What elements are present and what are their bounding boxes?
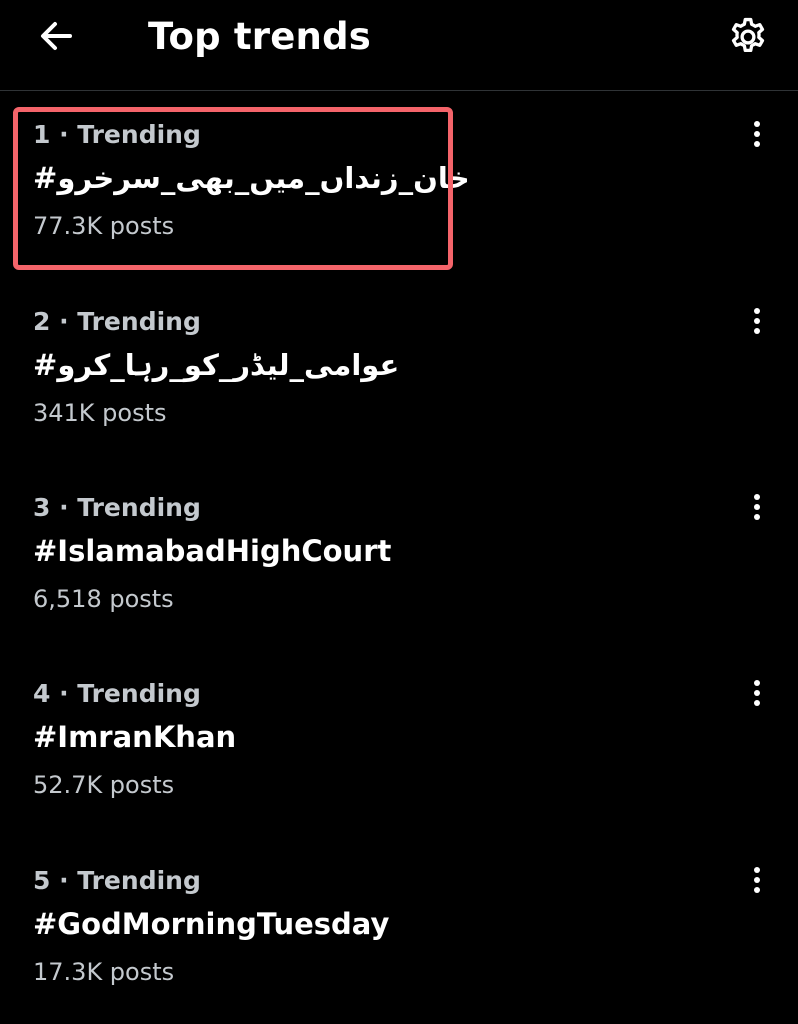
more-options-button[interactable]: [737, 860, 777, 900]
more-vertical-icon: [754, 680, 760, 706]
back-button[interactable]: [30, 12, 82, 60]
trend-meta: 5 · Trending: [33, 866, 201, 895]
trend-name: #IslamabadHighCourt: [33, 534, 392, 568]
trend-post-count: 77.3K posts: [33, 212, 175, 240]
gear-icon: [731, 17, 765, 53]
trend-name: #خان_زنداں_میں_بھی_سرخرو: [33, 161, 470, 195]
trend-name: #ImranKhan: [33, 720, 237, 754]
more-vertical-icon: [754, 308, 760, 334]
trend-item[interactable]: 3 · Trending #IslamabadHighCourt 6,518 p…: [0, 491, 798, 641]
more-options-button[interactable]: [737, 673, 777, 713]
trend-post-count: 52.7K posts: [33, 771, 175, 799]
trend-name: #GodMorningTuesday: [33, 907, 390, 941]
trend-post-count: 341K posts: [33, 399, 167, 427]
trend-item[interactable]: 2 · Trending #عوامی_لیڈر_کو_رہا_کرو 341K…: [0, 305, 798, 455]
trend-item[interactable]: 5 · Trending #GodMorningTuesday 17.3K po…: [0, 864, 798, 1014]
trend-item[interactable]: 4 · Trending #ImranKhan 52.7K posts: [0, 677, 798, 827]
settings-button[interactable]: [722, 12, 774, 62]
more-vertical-icon: [754, 867, 760, 893]
header: Top trends: [0, 0, 798, 91]
trend-post-count: 6,518 posts: [33, 585, 174, 613]
more-options-button[interactable]: [737, 487, 777, 527]
trend-post-count: 17.3K posts: [33, 958, 175, 986]
more-vertical-icon: [754, 121, 760, 147]
trend-meta: 1 · Trending: [33, 120, 201, 149]
trend-meta: 2 · Trending: [33, 307, 201, 336]
top-trends-page: Top trends 1 · Trending #خان_زنداں_میں_ب…: [0, 0, 798, 1024]
arrow-left-icon: [41, 22, 72, 50]
trend-meta: 3 · Trending: [33, 493, 201, 522]
trend-item[interactable]: 1 · Trending #خان_زنداں_میں_بھی_سرخرو 77…: [0, 118, 798, 268]
more-vertical-icon: [754, 494, 760, 520]
more-options-button[interactable]: [737, 114, 777, 154]
page-title: Top trends: [148, 15, 371, 58]
trend-name: #عوامی_لیڈر_کو_رہا_کرو: [33, 348, 400, 382]
trend-meta: 4 · Trending: [33, 679, 201, 708]
more-options-button[interactable]: [737, 301, 777, 341]
